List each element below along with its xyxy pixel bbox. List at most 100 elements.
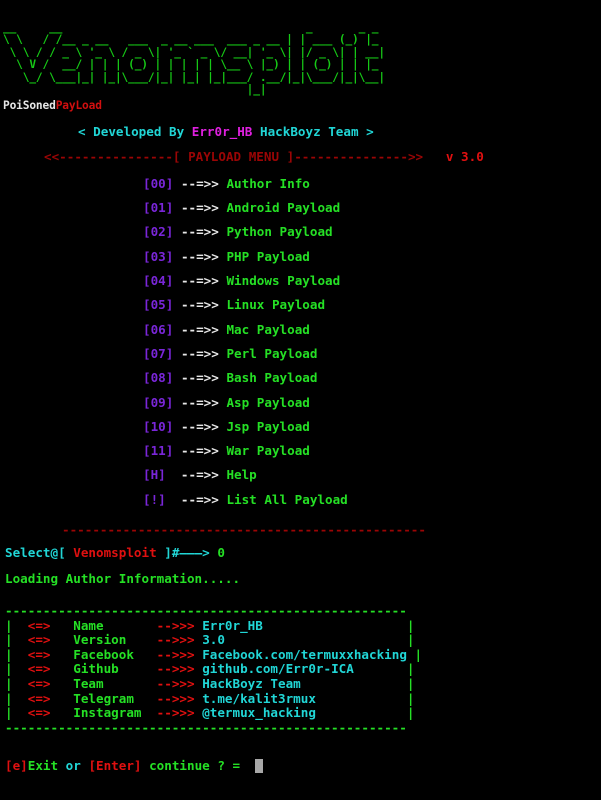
menu-item-label: Help (226, 467, 256, 482)
credit-suffix: HackBoyz Team > (252, 124, 373, 139)
loading-status-text: Loading Author Information..... (0, 570, 601, 588)
menu-item-pad (173, 297, 181, 312)
menu-item-label: Windows Payload (226, 273, 340, 288)
menu-item-arrow-icon: --=>> (181, 492, 219, 507)
info-box-side-left: | (5, 632, 28, 647)
menu-item-pad (166, 467, 181, 482)
menu-item-key: [04] (143, 273, 173, 288)
info-box-side-left: | (5, 661, 28, 676)
version-label: v 3.0 (446, 149, 484, 164)
menu-header-left-rule: <<---------------[ (44, 149, 188, 164)
continue-text: continue ? = (142, 758, 241, 773)
spacer (240, 758, 255, 773)
info-row-facebook: | <=> Facebook -->>> Facebook.com/termux… (5, 648, 601, 663)
menu-item-label: Jsp Payload (226, 419, 309, 434)
menu-item-war-payload[interactable]: [11] --=>> War Payload (143, 439, 601, 463)
bullet-icon: <=> (28, 676, 51, 691)
menu-item-pad (173, 322, 181, 337)
info-row-label: Team (73, 676, 103, 691)
info-row-value: Err0r_HB (202, 618, 263, 633)
info-gap-4 (354, 661, 407, 676)
info-connector-icon: -->>> (157, 705, 195, 720)
menu-item-arrow-icon: --=>> (181, 200, 219, 215)
info-gap-2 (134, 691, 157, 706)
prompt-tail: ]#———> (164, 545, 210, 560)
menu-item-key: [10] (143, 419, 173, 434)
info-gap-4 (407, 647, 415, 662)
menu-item-pad (173, 224, 181, 239)
info-gap-2 (142, 705, 157, 720)
info-box-side-right: | (407, 705, 415, 720)
info-row-instagram: | <=> Instagram -->>> @termux_hacking | (5, 706, 601, 721)
info-row-name: | <=> Name -->>> Err0r_HB | (5, 619, 601, 634)
info-box-side-right: | (407, 691, 415, 706)
bullet-icon: <=> (28, 647, 51, 662)
menu-item-bash-payload[interactable]: [08] --=>> Bash Payload (143, 366, 601, 390)
menu-item-windows-payload[interactable]: [04] --=>> Windows Payload (143, 269, 601, 293)
info-row-label: Instagram (73, 705, 141, 720)
info-gap-4 (225, 632, 407, 647)
menu-item-key: [01] (143, 200, 173, 215)
enter-key[interactable]: [Enter] (88, 758, 141, 773)
info-box-side-right: | (407, 632, 415, 647)
info-row-label: Name (73, 618, 103, 633)
info-box-side-left: | (5, 647, 28, 662)
menu-header-spacer (423, 149, 446, 164)
info-row-team: | <=> Team -->>> HackBoyz Team | (5, 677, 601, 692)
menu-item-arrow-icon: --=>> (181, 297, 219, 312)
ascii-art-banner: __ __ _ _ _ \ \ / /__ _ __ ___ _ __ ___ … (0, 0, 601, 96)
command-prompt-line[interactable]: Select@[ Venomsploit ]#———> 0 (0, 544, 601, 562)
info-row-value: 3.0 (202, 632, 225, 647)
menu-item-label: Python Payload (226, 224, 332, 239)
info-box-side-right: | (407, 661, 415, 676)
exit-key[interactable]: [e] (5, 758, 28, 773)
info-gap-1 (51, 661, 74, 676)
subtitle-payload: PayLoad (56, 99, 102, 112)
info-row-value: HackBoyz Team (202, 676, 301, 691)
menu-item-android-payload[interactable]: [01] --=>> Android Payload (143, 196, 601, 220)
credit-author: Err0r_HB (192, 124, 253, 139)
menu-item-python-payload[interactable]: [02] --=>> Python Payload (143, 220, 601, 244)
info-gap-1 (51, 647, 74, 662)
text-cursor[interactable] (255, 759, 263, 773)
developer-credit: < Developed By Err0r_HB HackBoyz Team > (0, 124, 601, 140)
menu-item-key: [02] (143, 224, 173, 239)
menu-item-key: [!] (143, 492, 166, 507)
info-gap-4 (301, 676, 407, 691)
menu-item-list-all-payload[interactable]: [!] --=>> List All Payload (143, 488, 601, 512)
info-box-side-right: | (415, 647, 423, 662)
or-word: or (58, 758, 88, 773)
menu-item-perl-payload[interactable]: [07] --=>> Perl Payload (143, 342, 601, 366)
menu-item-key: [H] (143, 467, 166, 482)
menu-item-arrow-icon: --=>> (181, 395, 219, 410)
menu-item-jsp-payload[interactable]: [10] --=>> Jsp Payload (143, 415, 601, 439)
menu-item-arrow-icon: --=>> (181, 419, 219, 434)
menu-item-mac-payload[interactable]: [06] --=>> Mac Payload (143, 318, 601, 342)
menu-item-pad (173, 395, 181, 410)
info-gap-1 (51, 618, 74, 633)
info-box-bottom-border: ----------------------------------------… (5, 721, 601, 736)
info-connector-icon: -->>> (157, 618, 195, 633)
menu-item-asp-payload[interactable]: [09] --=>> Asp Payload (143, 391, 601, 415)
menu-item-label: Bash Payload (226, 370, 317, 385)
info-gap-1 (51, 632, 74, 647)
info-gap-2 (119, 661, 157, 676)
exit-prompt-line[interactable]: [e]Exit or [Enter] continue ? = (0, 757, 601, 775)
info-row-value: github.com/Err0r-ICA (202, 661, 354, 676)
payload-menu-header: <<---------------[ PAYLOAD MENU ]-------… (0, 149, 601, 165)
menu-item-key: [07] (143, 346, 173, 361)
menu-item-label: Asp Payload (226, 395, 309, 410)
info-row-value: t.me/kalit3rmux (202, 691, 316, 706)
menu-item-label: PHP Payload (226, 249, 309, 264)
menu-item-label: Android Payload (226, 200, 340, 215)
prompt-separator: ----------------------------------------… (0, 522, 601, 537)
menu-item-author-info[interactable]: [00] --=>> Author Info (143, 172, 601, 196)
menu-item-php-payload[interactable]: [03] --=>> PHP Payload (143, 245, 601, 269)
menu-item-label: Mac Payload (226, 322, 309, 337)
info-row-value: @termux_hacking (202, 705, 316, 720)
menu-item-key: [00] (143, 176, 173, 191)
menu-item-help[interactable]: [H] --=>> Help (143, 463, 601, 487)
info-gap-1 (51, 705, 74, 720)
menu-item-linux-payload[interactable]: [05] --=>> Linux Payload (143, 293, 601, 317)
menu-item-label: List All Payload (226, 492, 347, 507)
